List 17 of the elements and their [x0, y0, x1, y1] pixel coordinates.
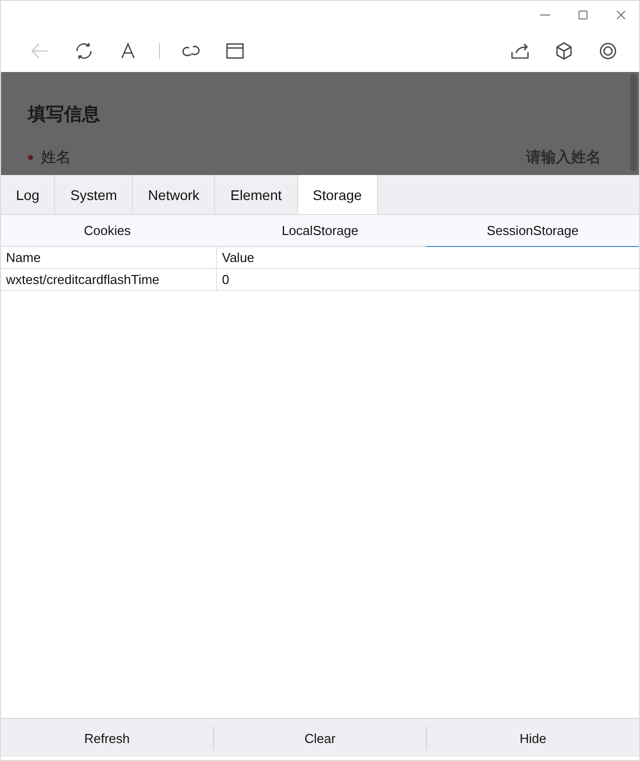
tab[interactable]: Storage — [298, 175, 378, 214]
column-header: Name — [1, 247, 217, 268]
page-heading: 填写信息 — [28, 103, 101, 126]
subtab[interactable]: LocalStorage — [214, 215, 426, 247]
action-button[interactable]: Refresh — [1, 726, 213, 750]
table-cell: wxtest/creditcardflashTime — [1, 269, 217, 290]
tab[interactable]: Network — [133, 175, 216, 214]
subtab[interactable]: Cookies — [1, 215, 214, 247]
subtab[interactable]: SessionStorage — [426, 215, 639, 247]
tab[interactable]: System — [55, 175, 134, 214]
table-cell-text: 0 — [221, 271, 230, 289]
column-header: Value — [221, 249, 254, 267]
bullet-icon — [28, 155, 33, 160]
action-button[interactable]: Clear — [213, 726, 426, 750]
tab[interactable]: Log — [1, 175, 56, 214]
action-button[interactable]: Hide — [426, 726, 639, 750]
field-label: 姓名 — [41, 148, 71, 167]
